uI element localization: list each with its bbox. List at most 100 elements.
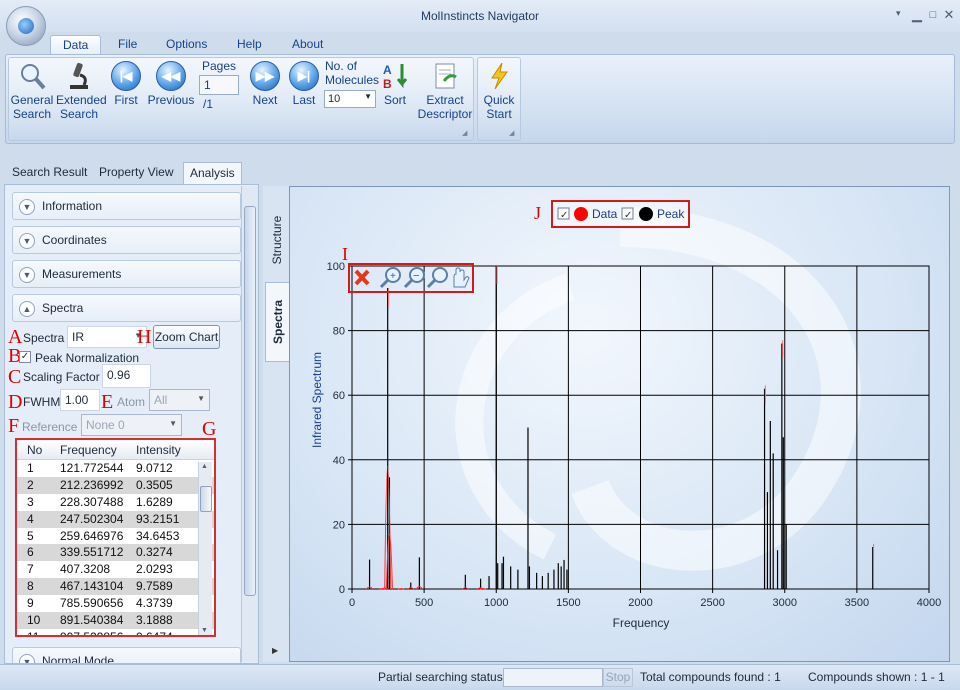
tab-property-view[interactable]: Property View — [93, 162, 179, 184]
expander-label: Coordinates — [42, 233, 107, 247]
cell-frequency: 121.772544 — [60, 461, 124, 475]
cell-frequency: 891.540384 — [60, 613, 124, 628]
peak-normalization-checkbox[interactable]: ✓ — [19, 351, 31, 363]
cell-intensity: 0.6474 — [136, 629, 173, 637]
left-panel-scrollbar[interactable] — [241, 186, 258, 662]
expander-coordinates[interactable]: ▼ Coordinates — [12, 226, 241, 254]
x-tick-label: 3500 — [845, 597, 869, 609]
cell-intensity: 93.2151 — [136, 511, 180, 526]
tab-spectra[interactable]: Spectra — [265, 282, 289, 362]
cell-frequency: 228.307488 — [60, 494, 124, 509]
atom-select[interactable]: All ▼ — [149, 389, 210, 411]
expander-measurements[interactable]: ▼ Measurements — [12, 260, 241, 288]
first-page-button[interactable]: |◀ First — [109, 61, 143, 107]
group-launcher-icon[interactable]: ◢ — [462, 130, 470, 138]
column-header-intensity[interactable]: Intensity — [136, 443, 181, 457]
extended-search-button[interactable]: Extended Search — [56, 61, 107, 121]
quick-start-launcher-icon[interactable]: ◢ — [509, 130, 517, 138]
table-row[interactable]: 6 339.551712 0.3274 — [17, 544, 214, 562]
quick-start-button[interactable]: Quick Start — [480, 61, 518, 121]
table-scrollbar[interactable]: ▲ ▼ — [198, 462, 212, 635]
y-tick-label: 40 — [333, 455, 345, 467]
table-row[interactable]: 8 467.143104 9.7589 — [17, 578, 214, 596]
tab-search-result[interactable]: Search Result — [6, 162, 93, 184]
legend-data-label: Data — [592, 207, 618, 221]
lightning-icon — [491, 62, 508, 90]
chevron-down-icon: ▼ — [19, 233, 35, 249]
tab-data[interactable]: Data — [50, 35, 102, 56]
last-page-button[interactable]: ▶| Last — [288, 61, 320, 107]
column-header-frequency[interactable]: Frequency — [60, 443, 117, 457]
quick-access-chevron-icon[interactable]: ▾ — [896, 8, 901, 19]
expander-information[interactable]: ▼ Information — [12, 192, 241, 220]
scaling-factor-input[interactable]: 0.96 — [102, 364, 151, 388]
table-row[interactable]: 10 891.540384 3.1888 — [17, 612, 214, 629]
expander-spectra[interactable]: ▲ Spectra — [12, 294, 241, 322]
fwhm-input[interactable]: 1.00 — [60, 389, 100, 411]
zoom-in-icon[interactable]: + — [379, 267, 401, 289]
tab-options[interactable]: Options — [154, 35, 219, 56]
cell-frequency: 407.3208 — [60, 562, 111, 577]
molecules-label-2: Molecules — [325, 73, 380, 87]
peak-table[interactable]: No Frequency Intensity 1 121.772544 9.0712… — [15, 438, 216, 637]
annotation-j: J — [534, 203, 541, 223]
page-number-field[interactable]: 1 — [199, 75, 239, 95]
y-tick-label: 0 — [339, 584, 345, 596]
expand-arrow-icon[interactable]: ▶ — [272, 646, 278, 655]
scroll-up-icon[interactable]: ▲ — [201, 463, 208, 470]
zoom-reset-icon[interactable] — [426, 267, 448, 289]
spectra-select[interactable]: IR ▼ — [67, 326, 147, 348]
table-row[interactable]: 7 407.3208 2.0293 — [17, 561, 214, 578]
tab-help[interactable]: Help — [225, 35, 274, 56]
cell-no: 3 — [27, 494, 34, 509]
pages-label: Pages — [202, 59, 237, 73]
annotation-c: C — [8, 366, 22, 388]
column-header-no[interactable]: No — [27, 443, 42, 457]
molecules-per-page-select[interactable]: 10 ▼ — [324, 90, 376, 108]
close-button[interactable]: ✕ — [940, 6, 958, 24]
table-row[interactable]: 3 228.307488 1.6289 — [17, 494, 214, 511]
table-row[interactable]: 4 247.502304 93.2151 — [17, 510, 214, 528]
sort-button[interactable]: AB Sort — [378, 61, 412, 107]
table-row[interactable]: 1 121.772544 9.0712 — [17, 460, 214, 477]
tab-analysis[interactable]: Analysis — [183, 162, 242, 184]
annotation-d: D — [8, 391, 23, 413]
microscope-icon — [70, 62, 88, 89]
extract-descriptor-button[interactable]: Extract Descriptor — [416, 61, 474, 121]
reference-select[interactable]: None 0 ▼ — [81, 414, 182, 436]
svg-text:A: A — [383, 63, 392, 77]
analysis-options-panel: ▼ Information ▼ Coordinates ▼ Measurements … — [4, 184, 259, 664]
y-tick-label: 20 — [333, 519, 345, 531]
table-row[interactable]: 2 212.236992 0.3505 — [17, 476, 214, 494]
cell-frequency: 247.502304 — [60, 511, 124, 526]
quick-start-label-1: Quick — [483, 93, 515, 107]
left-panel-scroll-thumb[interactable] — [244, 206, 256, 596]
spectrum-chart[interactable]: 0 500 1000 1500 2000 2500 3000 3500 4000 0 20 40 60 8… — [290, 187, 949, 661]
expander-normal-mode[interactable]: ▼ Normal Mode — [12, 647, 241, 664]
chart-legend: ✓ Data ✓ Peak — [551, 200, 690, 228]
general-search-button[interactable]: General Search — [10, 61, 54, 121]
scroll-down-icon[interactable]: ▼ — [201, 627, 208, 634]
table-row[interactable]: 11 907.529856 0.6474 — [17, 629, 214, 637]
peak-normalization-label: Peak Normalization — [35, 351, 140, 365]
previous-page-button[interactable]: ◀◀ Previous — [146, 61, 196, 107]
next-page-button[interactable]: ▶▶ Next — [249, 61, 281, 107]
chevron-down-icon: ▼ — [19, 267, 35, 283]
clear-zoom-icon[interactable] — [354, 269, 370, 286]
spectra-label: Spectra — [23, 331, 65, 345]
check-icon: ✓ — [624, 210, 632, 221]
svg-text:−: − — [413, 270, 419, 282]
tab-file[interactable]: File — [106, 35, 149, 56]
application-menu-button[interactable] — [6, 6, 46, 46]
table-row[interactable]: 5 259.646976 34.6453 — [17, 528, 214, 545]
extract-descriptor-label-2: Descriptor — [417, 107, 473, 121]
pan-hand-icon[interactable] — [453, 267, 470, 288]
tab-structure[interactable]: Structure — [265, 200, 289, 280]
table-row[interactable]: 9 785.590656 4.3739 — [17, 595, 214, 612]
expander-label: Normal Mode — [42, 654, 115, 664]
tab-about[interactable]: About — [280, 35, 335, 56]
zoom-out-icon[interactable]: − — [403, 267, 425, 289]
table-scroll-thumb[interactable] — [200, 486, 212, 512]
zoom-chart-button[interactable]: Zoom Chart — [153, 325, 220, 349]
stop-button[interactable]: Stop — [603, 668, 633, 687]
